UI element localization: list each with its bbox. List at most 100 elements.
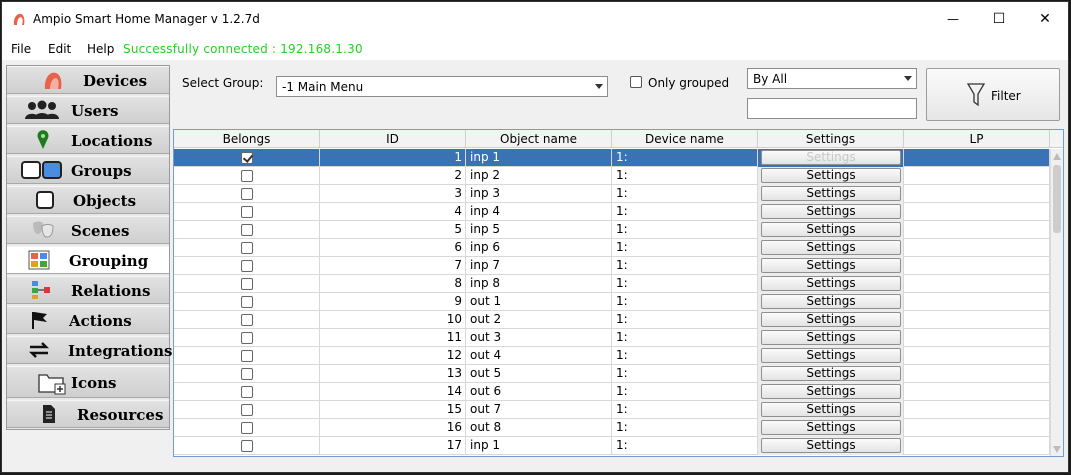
settings-cell: Settings [758, 149, 904, 167]
id-cell: 5 [320, 221, 466, 239]
menu-edit[interactable]: Edit [48, 42, 71, 56]
column-header-belongs[interactable]: Belongs [174, 130, 320, 148]
table-row[interactable]: 11 out 3 1: Settings [174, 329, 1050, 347]
sidebar-item-actions[interactable]: Actions [7, 306, 169, 334]
belongs-cell [174, 257, 320, 275]
belongs-checkbox[interactable] [240, 242, 253, 254]
column-header-object-name[interactable]: Object name [466, 130, 612, 148]
sidebar-item-users[interactable]: Users [7, 96, 169, 124]
settings-button[interactable]: Settings [761, 276, 901, 291]
table-row[interactable]: 12 out 4 1: Settings [174, 347, 1050, 365]
title-bar[interactable]: Ampio Smart Home Manager v 1.2.7d — ☐ ✕ [2, 2, 1068, 36]
column-header-lp[interactable]: LP [904, 130, 1050, 148]
id-cell: 7 [320, 257, 466, 275]
table-row[interactable]: 2 inp 2 1: Settings [174, 167, 1050, 185]
table-row[interactable]: 16 out 8 1: Settings [174, 419, 1050, 437]
sidebar-item-scenes[interactable]: Scenes [7, 216, 169, 244]
belongs-checkbox[interactable] [240, 224, 253, 236]
settings-button[interactable]: Settings [761, 348, 901, 363]
menu-bar: File Edit Help Successfully connected : … [2, 36, 1068, 60]
settings-button[interactable]: Settings [761, 150, 901, 165]
app-window: Ampio Smart Home Manager v 1.2.7d — ☐ ✕ … [1, 1, 1069, 473]
column-header-settings[interactable]: Settings [758, 130, 904, 148]
settings-button[interactable]: Settings [761, 258, 901, 273]
column-header-device-name[interactable]: Device name [612, 130, 758, 148]
settings-button[interactable]: Settings [761, 168, 901, 183]
sidebar-item-grouping[interactable]: Grouping [7, 246, 169, 274]
settings-button[interactable]: Settings [761, 366, 901, 381]
belongs-checkbox[interactable] [240, 386, 253, 398]
sidebar-item-devices[interactable]: Devices [7, 66, 169, 94]
sidebar-item-locations[interactable]: Locations [7, 126, 169, 154]
table-row[interactable]: 7 inp 7 1: Settings [174, 257, 1050, 275]
belongs-checkbox[interactable] [240, 296, 253, 308]
scroll-up-icon[interactable] [1053, 153, 1061, 160]
settings-button[interactable]: Settings [761, 294, 901, 309]
table-row[interactable]: 3 inp 3 1: Settings [174, 185, 1050, 203]
table-row[interactable]: 15 out 7 1: Settings [174, 401, 1050, 419]
belongs-checkbox[interactable] [240, 422, 253, 434]
settings-button[interactable]: Settings [761, 402, 901, 417]
table-row[interactable]: 1 inp 1 1: Settings [174, 149, 1050, 167]
select-group-value: -1 Main Menu [282, 80, 364, 94]
table-row[interactable]: 4 inp 4 1: Settings [174, 203, 1050, 221]
table-row[interactable]: 10 out 2 1: Settings [174, 311, 1050, 329]
belongs-checkbox[interactable] [240, 152, 253, 164]
table-row[interactable]: 13 out 5 1: Settings [174, 365, 1050, 383]
settings-button[interactable]: Settings [761, 186, 901, 201]
sidebar-item-integrations[interactable]: Integrations [7, 336, 173, 364]
table-row[interactable]: 14 out 6 1: Settings [174, 383, 1050, 401]
menu-help[interactable]: Help [87, 42, 114, 56]
belongs-checkbox[interactable] [240, 440, 253, 452]
sidebar-item-objects[interactable]: Objects [7, 186, 169, 214]
lp-cell [904, 347, 1050, 365]
scroll-down-icon[interactable] [1053, 446, 1061, 453]
id-cell: 13 [320, 365, 466, 383]
belongs-checkbox[interactable] [240, 404, 253, 416]
sidebar-item-relations[interactable]: Relations [7, 276, 169, 304]
sidebar-item-label: Groups [71, 162, 132, 180]
table-row[interactable]: 6 inp 6 1: Settings [174, 239, 1050, 257]
settings-button[interactable]: Settings [761, 420, 901, 435]
belongs-checkbox[interactable] [240, 278, 253, 290]
scrollbar-thumb[interactable] [1053, 165, 1061, 233]
menu-file[interactable]: File [11, 42, 31, 56]
object-name-cell: inp 6 [466, 239, 612, 257]
settings-button[interactable]: Settings [761, 438, 901, 453]
table-scrollbar[interactable] [1050, 149, 1063, 456]
belongs-checkbox[interactable] [240, 188, 253, 200]
settings-button[interactable]: Settings [761, 330, 901, 345]
settings-button[interactable]: Settings [761, 240, 901, 255]
lp-cell [904, 293, 1050, 311]
id-cell: 1 [320, 149, 466, 167]
maximize-button[interactable]: ☐ [976, 2, 1022, 36]
lp-cell [904, 401, 1050, 419]
settings-button[interactable]: Settings [761, 312, 901, 327]
settings-button[interactable]: Settings [761, 204, 901, 219]
sidebar-item-groups[interactable]: Groups [7, 156, 169, 184]
settings-button[interactable]: Settings [761, 384, 901, 399]
select-group-dropdown[interactable]: -1 Main Menu [276, 76, 608, 97]
belongs-checkbox[interactable] [240, 260, 253, 272]
belongs-checkbox[interactable] [240, 332, 253, 344]
belongs-checkbox[interactable] [240, 368, 253, 380]
close-button[interactable]: ✕ [1022, 2, 1068, 36]
filter-by-dropdown[interactable]: By All [747, 68, 917, 89]
belongs-checkbox[interactable] [240, 170, 253, 182]
settings-button[interactable]: Settings [761, 222, 901, 237]
filter-search-input[interactable] [747, 98, 917, 119]
sidebar-item-icons[interactable]: Icons [7, 366, 169, 398]
table-row[interactable]: 17 inp 1 1: Settings [174, 437, 1050, 455]
belongs-checkbox[interactable] [240, 314, 253, 326]
table-row[interactable]: 9 out 1 1: Settings [174, 293, 1050, 311]
table-row[interactable]: 5 inp 5 1: Settings [174, 221, 1050, 239]
minimize-button[interactable]: — [930, 2, 976, 36]
filter-button[interactable]: Filter [926, 68, 1060, 121]
only-grouped-checkbox[interactable] [630, 76, 642, 88]
table-row[interactable]: 8 inp 8 1: Settings [174, 275, 1050, 293]
belongs-checkbox[interactable] [240, 206, 253, 218]
sidebar-item-resources[interactable]: Resources [7, 400, 169, 428]
document-icon [37, 404, 61, 424]
column-header-id[interactable]: ID [320, 130, 466, 148]
belongs-checkbox[interactable] [240, 350, 253, 362]
